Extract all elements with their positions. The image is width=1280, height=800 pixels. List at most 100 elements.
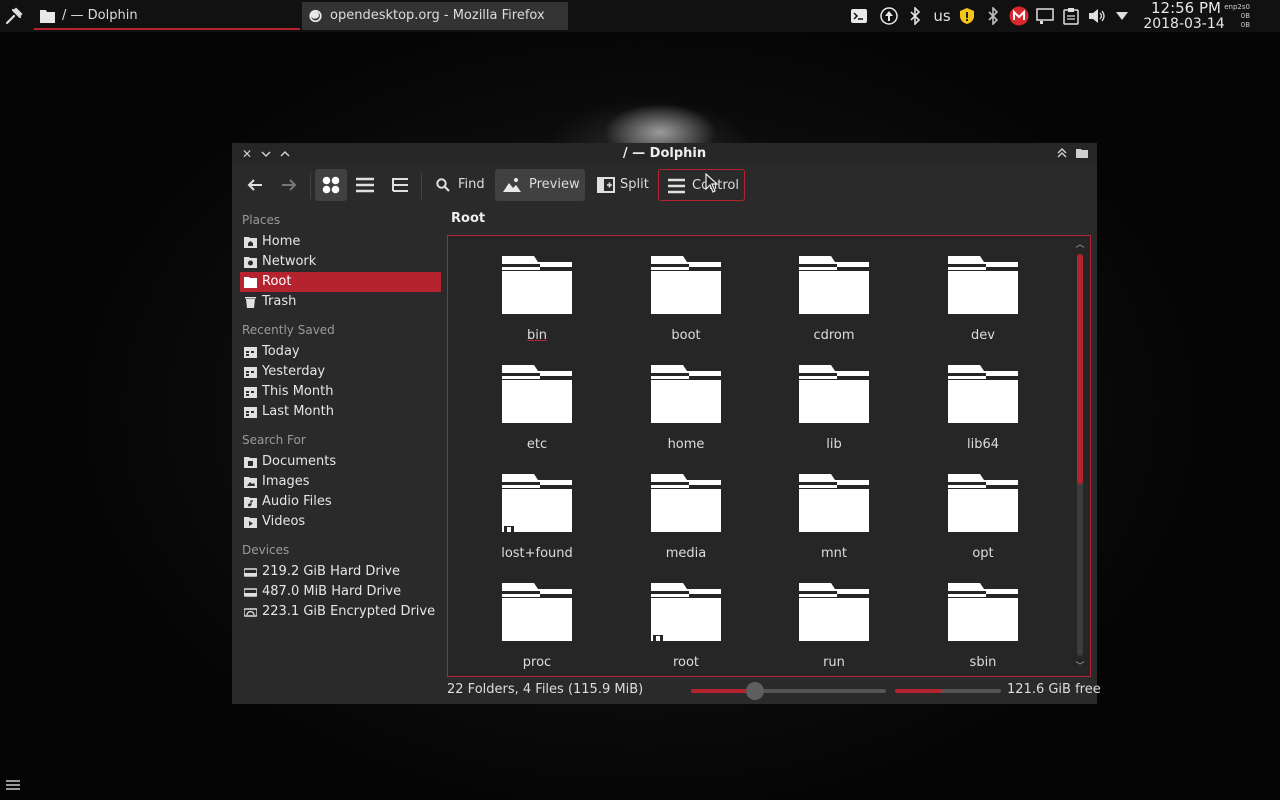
icons-view-button[interactable] <box>315 169 347 201</box>
encrypted-drive-icon <box>244 608 257 617</box>
free-space-label: 121.6 GiB free <box>1007 682 1101 697</box>
search-for-header: Search For <box>242 433 306 447</box>
sidebar-item-today[interactable]: Today <box>240 342 441 362</box>
arrow-left-icon <box>247 179 262 191</box>
scroll-down-icon[interactable]: ﹀ <box>1074 662 1086 672</box>
folder-name: lost+found <box>501 546 573 561</box>
sidebar-item-hard-drive-1[interactable]: 219.2 GiB Hard Drive <box>240 562 441 582</box>
volume-icon[interactable] <box>1087 6 1107 26</box>
find-button[interactable]: Find <box>430 169 490 201</box>
back-button[interactable] <box>242 169 268 201</box>
folder-item-media[interactable]: media <box>621 472 751 572</box>
folder-item-dev[interactable]: dev <box>918 254 1048 354</box>
sidebar-item-videos[interactable]: Videos <box>240 512 441 532</box>
task-firefox[interactable]: opendesktop.org - Mozilla Firefox <box>302 2 568 30</box>
compact-view-button[interactable] <box>350 169 380 201</box>
folder-name: bin <box>526 328 548 343</box>
folder-item-lost-found[interactable]: lost+found <box>472 472 602 572</box>
minimize-icon[interactable] <box>259 146 273 162</box>
split-button[interactable]: Split <box>591 169 651 201</box>
sidebar-item-network[interactable]: Network <box>240 252 441 272</box>
clipboard-icon[interactable] <box>1062 6 1080 26</box>
sidebar-item-documents[interactable]: Documents <box>240 452 441 472</box>
sidebar-item-audio-files[interactable]: Audio Files <box>240 492 441 512</box>
folder-name: lib <box>826 437 842 452</box>
folder-item-bin[interactable]: bin <box>472 254 602 354</box>
folder-name: cdrom <box>813 328 855 343</box>
home-icon <box>244 237 257 248</box>
folder-icon <box>948 365 1018 423</box>
folder-item-root[interactable]: root <box>621 581 751 676</box>
folder-icon <box>948 583 1018 641</box>
network-icon[interactable] <box>1036 6 1054 26</box>
zoom-slider-handle[interactable] <box>746 682 765 700</box>
details-view-button[interactable] <box>384 169 414 201</box>
folder-item-home[interactable]: home <box>621 363 751 463</box>
folder-name: media <box>665 546 707 561</box>
dolphin-window: / — Dolphin ✕ Find Preview Split Control… <box>232 143 1101 704</box>
top-panel: / — Dolphin opendesktop.org - Mozilla Fi… <box>0 0 1280 32</box>
control-button[interactable]: Control <box>658 169 745 201</box>
scroll-up-icon[interactable]: ︿ <box>1074 240 1086 250</box>
folder-item-cdrom[interactable]: cdrom <box>769 254 899 354</box>
netmon-iface: enp2s0 <box>1224 3 1250 11</box>
task-dolphin[interactable]: / — Dolphin <box>34 2 300 30</box>
folder-item-opt[interactable]: opt <box>918 472 1048 572</box>
sidebar-item-encrypted-drive[interactable]: 223.1 GiB Encrypted Drive <box>240 602 441 622</box>
folder-icon <box>948 474 1018 532</box>
folder-icon <box>651 583 721 641</box>
bluetooth-icon[interactable] <box>906 6 924 26</box>
folder-item-boot[interactable]: boot <box>621 254 751 354</box>
sidebar-item-hard-drive-2[interactable]: 487.0 MiB Hard Drive <box>240 582 441 602</box>
window-title: / — Dolphin <box>622 146 707 161</box>
audio-folder-icon <box>244 497 257 508</box>
sidebar-item-label: Audio Files <box>262 494 332 509</box>
file-view[interactable]: bin boot cdrom dev etc home lib lib64 lost+found… <box>447 235 1091 677</box>
sidebar-item-root[interactable]: Root <box>240 272 441 292</box>
folder-item-lib[interactable]: lib <box>769 363 899 463</box>
sidebar-item-images[interactable]: Images <box>240 472 441 492</box>
zoom-slider[interactable] <box>691 682 886 700</box>
sidebar-item-yesterday[interactable]: Yesterday <box>240 362 441 382</box>
sidebar-item-last-month[interactable]: Last Month <box>240 402 441 422</box>
bluetooth-icon-2[interactable] <box>985 6 1001 26</box>
window-menu-icon[interactable] <box>1075 146 1089 162</box>
folder-item-lib64[interactable]: lib64 <box>918 363 1048 463</box>
folder-name: opt <box>972 546 994 561</box>
sidebar-item-home[interactable]: Home <box>240 232 441 252</box>
folder-item-mnt[interactable]: mnt <box>769 472 899 572</box>
preview-button[interactable]: Preview <box>495 169 585 201</box>
update-icon[interactable] <box>880 6 898 26</box>
sidebar-item-label: Today <box>262 344 300 359</box>
free-space-bar[interactable] <box>895 689 1001 693</box>
folder-item-etc[interactable]: etc <box>472 363 602 463</box>
scrollbar-thumb[interactable] <box>1077 254 1083 484</box>
keyboard-layout[interactable]: us <box>929 6 955 26</box>
bottom-menu-icon[interactable] <box>6 779 20 791</box>
sidebar-item-label: Images <box>262 474 310 489</box>
mega-icon[interactable] <box>1009 6 1029 26</box>
folder-item-run[interactable]: run <box>769 581 899 676</box>
terminal-icon[interactable] <box>850 6 868 26</box>
breadcrumb[interactable]: Root <box>451 211 485 227</box>
sidebar-item-label: 487.0 MiB Hard Drive <box>262 584 402 599</box>
clock-time[interactable]: 12:56 PM <box>1138 0 1234 17</box>
folder-icon <box>651 474 721 532</box>
tray-expand-icon[interactable] <box>1113 6 1131 26</box>
folder-item-proc[interactable]: proc <box>472 581 602 676</box>
folder-name: home <box>667 437 705 452</box>
sidebar-item-trash[interactable]: Trash <box>240 292 441 312</box>
title-bar[interactable]: / — Dolphin ✕ <box>232 143 1097 165</box>
forward-button[interactable] <box>276 169 302 201</box>
shade-icon[interactable] <box>1055 146 1069 162</box>
security-icon[interactable] <box>958 6 976 26</box>
network-monitor[interactable]: enp2s0 0B 0B <box>1222 3 1250 29</box>
network-folder-icon <box>244 257 257 268</box>
app-launcher-icon[interactable] <box>4 6 24 26</box>
close-icon[interactable]: ✕ <box>240 146 254 162</box>
sidebar-item-this-month[interactable]: This Month <box>240 382 441 402</box>
folder-item-sbin[interactable]: sbin <box>918 581 1048 676</box>
clock-date[interactable]: 2018-03-14 <box>1136 16 1232 32</box>
places-header: Places <box>242 213 281 227</box>
maximize-icon[interactable] <box>278 146 292 162</box>
